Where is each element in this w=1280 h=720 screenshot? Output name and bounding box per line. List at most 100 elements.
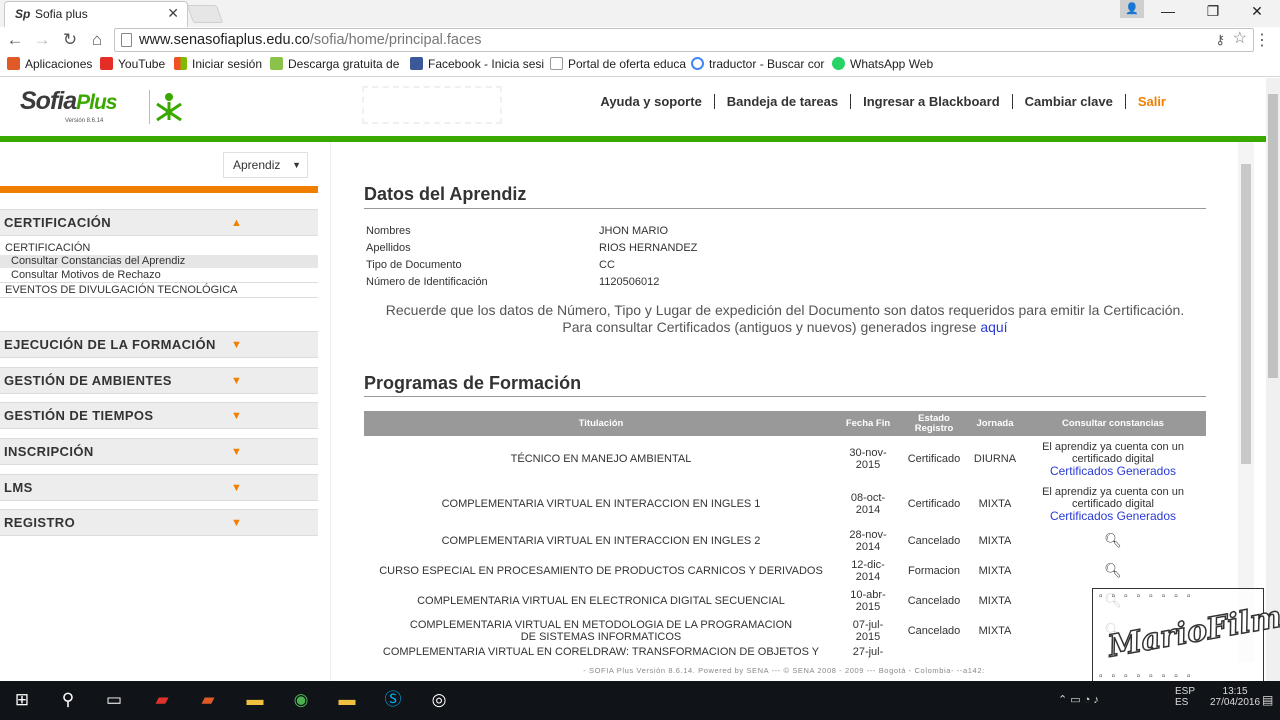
sidebar-section-certificacion[interactable]: CERTIFICACIÓN ▲ [0,209,318,236]
certificates-link[interactable]: Certificados Generados [1020,510,1206,522]
page-scrollbar[interactable] [1266,78,1280,681]
pdf-reader-icon[interactable]: ▰ [150,689,174,711]
user-profile-icon[interactable]: 👤 [1120,0,1144,18]
folder-icon[interactable]: ▬ [335,689,359,711]
bookmark-translator[interactable]: traductor - Buscar cor [691,57,824,71]
content-scrollbar[interactable] [1238,142,1254,662]
browser-tabstrip: Sp Sofia plus ✕ 👤 — ❐ ✕ [0,0,1280,27]
bookmarks-bar: Aplicaciones YouTube Iniciar sesión Desc… [0,53,1280,77]
home-icon[interactable]: ⌂ [86,30,108,50]
nav-change-password[interactable]: Cambiar clave [1011,94,1125,109]
file-explorer-icon[interactable]: ▬ [243,689,267,711]
skype-icon[interactable]: Ⓢ [381,689,405,711]
bookmark-whatsapp[interactable]: WhatsApp Web [832,57,933,71]
nav-task-tray[interactable]: Bandeja de tareas [713,94,851,109]
youtube-icon [100,57,113,70]
col-constancias[interactable]: Consultar constancias [1020,411,1206,436]
blurred-region [362,86,502,124]
sena-logo-icon [149,90,185,124]
constancia-cell: El aprendiz ya cuenta con un certificado… [1020,481,1206,526]
windows-start-icon[interactable]: ⊞ [10,689,34,711]
table-row: COMPLEMENTARIA VIRTUAL EN INTERACCION EN… [364,481,1206,526]
bookmark-portal[interactable]: Portal de oferta educa [550,57,686,71]
certificates-link[interactable]: Certificados Generados [1020,465,1206,477]
nav-blackboard[interactable]: Ingresar a Blackboard [850,94,1012,109]
constancia-cell: El aprendiz ya cuenta con un certificado… [1020,436,1206,481]
chevron-down-icon: ▼ [292,160,301,170]
film-holes-top: ▫▫▫▫▫▫▫▫ [1099,591,1200,602]
facebook-icon [410,57,423,70]
clock[interactable]: 13:15 27/04/2016 [1210,686,1260,708]
col-jornada[interactable]: Jornada [970,411,1020,436]
tab-sofia-plus[interactable]: Sp Sofia plus ✕ [4,1,188,27]
submenu-item-rechazo[interactable]: Consultar Motivos de Rechazo [0,269,318,283]
sofia-plus-logo[interactable]: SofiaPlus [20,87,117,116]
submenu-item-constancias[interactable]: Consultar Constancias del Aprendiz [0,255,318,268]
forward-icon[interactable]: → [31,30,53,50]
tab-title: Sofia plus [35,7,88,21]
new-tab-button[interactable] [186,5,224,23]
table-row: COMPLEMENTARIA VIRTUAL EN METODOLOGIA DE… [364,616,1206,646]
chevron-down-icon: ▼ [231,339,243,351]
col-titulacion[interactable]: Titulación [364,411,838,436]
close-window-button[interactable]: ✕ [1234,0,1280,24]
url-host: www.senasofiaplus.edu.co [139,32,310,48]
certificates-note: Para consultar Certificados (antiguos y … [562,319,1008,335]
nav-logout[interactable]: Salir [1124,94,1178,109]
sidebar-section-ambientes[interactable]: GESTIÓN DE AMBIENTES ▼ [0,367,318,394]
field-value-nombres: JHON MARIO [599,225,669,237]
chevron-down-icon: ▼ [231,517,243,529]
table-row: TÉCNICO EN MANEJO AMBIENTAL 30-nov-2015 … [364,436,1206,481]
bookmark-download[interactable]: Descarga gratuita de [270,57,399,71]
back-icon[interactable]: ← [4,30,26,50]
watermark-overlay: ▫▫▫▫▫▫▫▫ MarioFilms ▫▫▫▫▫▫▫▫ [1092,588,1280,684]
requirements-note: Recuerde que los datos de Número, Tipo y… [385,302,1185,318]
col-estado[interactable]: Estado Registro [898,411,970,436]
title-underline [364,208,1206,209]
reload-icon[interactable]: ↻ [59,30,81,50]
url-path: /sofia/home/principal.faces [309,32,482,48]
minimize-button[interactable]: — [1145,0,1191,24]
bookmark-facebook[interactable]: Facebook - Inicia sesi [410,57,544,71]
notifications-icon[interactable]: ▤ [1262,693,1273,707]
sidebar-section-inscripcion[interactable]: INSCRIPCIÓN ▼ [0,438,318,465]
maximize-button[interactable]: ❐ [1190,0,1236,24]
page-scroll-thumb[interactable] [1268,94,1278,378]
programs-table: Titulación Fecha Fin Estado Registro Jor… [364,411,1206,670]
search-icon[interactable]: 🔍︎ [1104,532,1122,548]
browser-menu-icon[interactable]: ⋮ [1254,30,1270,50]
close-tab-icon[interactable]: ✕ [167,5,179,22]
bookmark-youtube[interactable]: YouTube [100,57,165,71]
sidebar-section-registro[interactable]: REGISTRO ▼ [0,509,318,536]
input-language[interactable]: ESP ES [1175,686,1195,708]
field-label-tipo-doc: Tipo de Documento [366,259,462,271]
download-icon [270,57,283,70]
google-icon [691,57,704,70]
bookmark-login[interactable]: Iniciar sesión [174,57,262,71]
search-icon[interactable]: 🔍︎ [1104,562,1122,578]
role-select[interactable]: Aprendiz ▼ [223,152,308,178]
submenu-group-eventos[interactable]: EVENTOS DE DIVULGACIÓN TECNOLÓGICA [0,284,318,298]
recorder-icon[interactable]: ◎ [427,689,451,711]
chrome-icon[interactable]: ◉ [289,689,313,711]
chevron-down-icon: ▼ [231,482,243,494]
certificates-here-link[interactable]: aquí [980,319,1007,335]
sidebar-section-lms[interactable]: LMS ▼ [0,474,318,501]
sidebar-section-ejecucion[interactable]: EJECUCIÓN DE LA FORMACIÓN ▼ [0,331,318,358]
student-data-title: Datos del Aprendiz [364,184,527,204]
search-icon[interactable]: ⚲ [56,689,80,711]
tray-icons[interactable]: ⌃ ▭ ◔ ♪ [1058,693,1099,706]
web-page: SofiaPlus Versión 8.6.14 Ayuda y soporte… [0,78,1266,681]
powerpoint-icon[interactable]: ▰ [196,689,220,711]
bookmark-star-icon[interactable]: ☆ [1233,28,1247,50]
browser-toolbar: ← → ↻ ⌂ www.senasofiaplus.edu.co/sofia/h… [0,27,1280,53]
bookmark-apps[interactable]: Aplicaciones [7,57,92,71]
col-fecha-fin[interactable]: Fecha Fin [838,411,898,436]
content-scroll-thumb[interactable] [1241,164,1251,464]
field-label-apellidos: Apellidos [366,242,411,254]
address-bar[interactable]: www.senasofiaplus.edu.co/sofia/home/prin… [114,28,1254,52]
key-icon[interactable]: ⚷ [1215,29,1225,51]
task-view-icon[interactable]: ▭ [102,689,126,711]
nav-help[interactable]: Ayuda y soporte [588,94,713,109]
sidebar-section-tiempos[interactable]: GESTIÓN DE TIEMPOS ▼ [0,402,318,429]
